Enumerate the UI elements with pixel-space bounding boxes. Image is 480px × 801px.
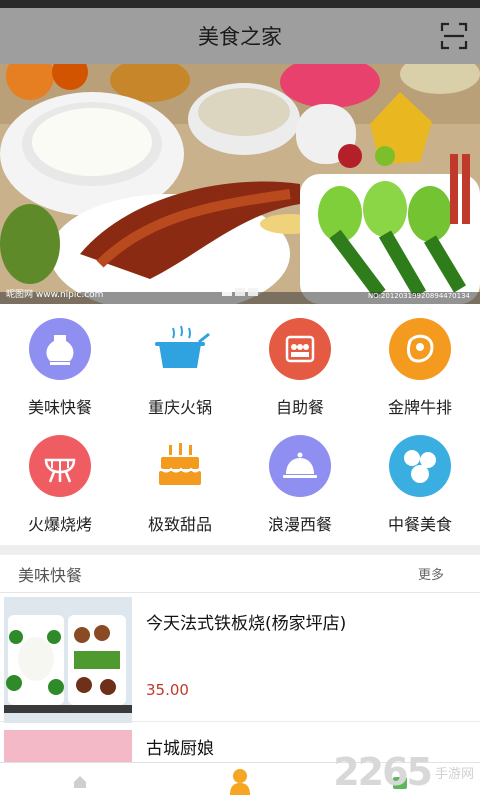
section-header: 美味快餐 更多 <box>0 555 480 593</box>
category-label: 极致甜品 <box>148 511 212 535</box>
watermark-text: 手游网 <box>435 763 474 782</box>
tab-user[interactable] <box>160 763 320 801</box>
page-title: 美食之家 <box>198 21 282 51</box>
tab-home[interactable] <box>0 763 160 801</box>
carousel-dots <box>222 288 258 296</box>
site-watermark: 2265 手游网 <box>333 750 474 794</box>
category-bbq[interactable]: 火爆烧烤 <box>0 431 120 548</box>
category-grid: 美味快餐 重庆火锅 自助餐 金牌牛排 火爆烧烤 极致甜品 浪漫西餐 <box>0 304 480 545</box>
steak-icon <box>389 318 451 380</box>
list-item[interactable]: 今天法式铁板烧(杨家坪店) 35.00 <box>0 593 480 722</box>
carousel-dot[interactable] <box>222 288 232 296</box>
category-steak[interactable]: 金牌牛排 <box>360 314 480 431</box>
bowl-icon <box>29 318 91 380</box>
bottom-tab-bar: 2265 手游网 <box>0 762 480 800</box>
item-thumbnail <box>4 730 132 762</box>
item-name: 古城厨娘 <box>132 730 214 762</box>
category-dessert[interactable]: 极致甜品 <box>120 431 240 548</box>
carousel-dot[interactable] <box>235 288 245 296</box>
hotpot-icon <box>149 318 211 380</box>
title-bar: 美食之家 <box>0 8 480 64</box>
category-label: 美味快餐 <box>28 394 92 418</box>
item-thumbnail <box>4 597 132 723</box>
banner-image <box>0 64 480 304</box>
home-icon <box>72 774 88 790</box>
watermark-number: 2265 <box>333 750 431 794</box>
category-chinese[interactable]: 中餐美食 <box>360 431 480 548</box>
grill-icon <box>29 435 91 497</box>
category-hotpot[interactable]: 重庆火锅 <box>120 314 240 431</box>
carousel-dot[interactable] <box>248 288 258 296</box>
banner-watermark-left: 昵图网 www.nipic.com <box>6 287 103 300</box>
item-info: 今天法式铁板烧(杨家坪店) 35.00 <box>132 597 480 721</box>
category-label: 中餐美食 <box>388 511 452 535</box>
category-fast-food[interactable]: 美味快餐 <box>0 314 120 431</box>
category-label: 浪漫西餐 <box>268 511 332 535</box>
section-title: 美味快餐 <box>18 562 82 586</box>
cake-icon <box>149 435 211 497</box>
more-link[interactable]: 更多 <box>418 564 462 583</box>
banner-watermark-right: NO:20120319920894470134 <box>368 292 470 300</box>
banner-carousel[interactable]: 昵图网 www.nipic.com NO:2012031992089447013… <box>0 64 480 304</box>
category-label: 火爆烧烤 <box>28 511 92 535</box>
scan-icon[interactable] <box>440 22 468 50</box>
buffet-icon <box>269 318 331 380</box>
category-label: 金牌牛排 <box>388 394 452 418</box>
item-name: 今天法式铁板烧(杨家坪店) <box>146 609 480 634</box>
status-bar <box>0 0 480 8</box>
category-buffet[interactable]: 自助餐 <box>240 314 360 431</box>
item-price: 35.00 <box>146 681 189 699</box>
category-western[interactable]: 浪漫西餐 <box>240 431 360 548</box>
user-icon <box>228 768 252 796</box>
cloche-icon <box>269 435 331 497</box>
dimsum-icon <box>389 435 451 497</box>
category-label: 重庆火锅 <box>148 394 212 418</box>
category-label: 自助餐 <box>276 394 324 418</box>
